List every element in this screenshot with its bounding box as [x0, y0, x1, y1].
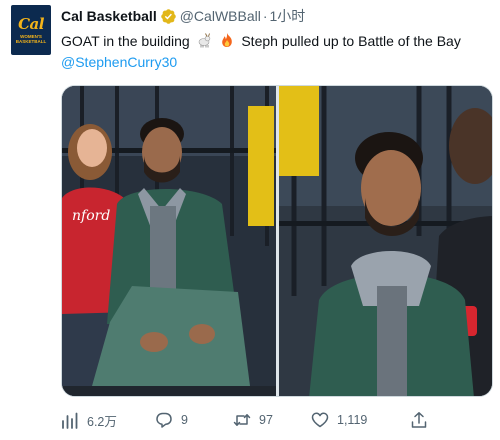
tweet-card[interactable]: Cal WOMEN'S BASKETBALL Cal Basketball @C…	[0, 0, 500, 440]
tweet-text-part2: Steph pulled up to Battle of the Bay	[241, 33, 461, 49]
verified-badge-icon[interactable]	[160, 8, 177, 25]
views-button[interactable]: 6.2万	[61, 411, 117, 430]
reply-count: 9	[181, 413, 188, 427]
fire-emoji-icon	[219, 32, 235, 54]
photo-right[interactable]	[279, 86, 492, 396]
tweet-header: Cal Basketball @CalWBBall · 1小时	[61, 6, 305, 26]
retweet-icon	[233, 411, 251, 429]
tweet-text: GOAT in the building Steph pulled up to …	[61, 31, 491, 54]
account-handle[interactable]: @CalWBBall	[180, 6, 261, 26]
retweet-button[interactable]: 97	[233, 411, 273, 429]
sweater-text: nford	[72, 208, 110, 224]
display-name[interactable]: Cal Basketball	[61, 6, 157, 26]
mention-link[interactable]: @StephenCurry30	[61, 52, 177, 73]
like-button[interactable]: 1,119	[311, 411, 367, 429]
retweet-count: 97	[259, 413, 273, 427]
analytics-icon	[61, 412, 79, 430]
tweet-media[interactable]: nford	[61, 85, 493, 397]
tweet-actions: 6.2万 9 97 1,119	[61, 411, 500, 433]
avatar-logo-subtext: WOMEN'S BASKETBALL	[15, 34, 47, 44]
timestamp[interactable]: 1小时	[270, 6, 306, 26]
like-count: 1,119	[337, 413, 368, 427]
tweet-text-part1: GOAT in the building	[61, 33, 190, 49]
separator-dot: ·	[262, 8, 268, 24]
photo-left[interactable]: nford	[62, 86, 276, 396]
avatar[interactable]: Cal WOMEN'S BASKETBALL	[11, 5, 51, 55]
heart-icon	[311, 411, 329, 429]
reply-button[interactable]: 9	[155, 411, 188, 429]
share-icon	[410, 411, 428, 429]
avatar-logo-text: Cal	[18, 15, 44, 33]
share-button[interactable]	[410, 411, 436, 429]
views-count: 6.2万	[87, 415, 117, 429]
goat-emoji-icon	[196, 32, 212, 54]
reply-icon	[155, 411, 173, 429]
